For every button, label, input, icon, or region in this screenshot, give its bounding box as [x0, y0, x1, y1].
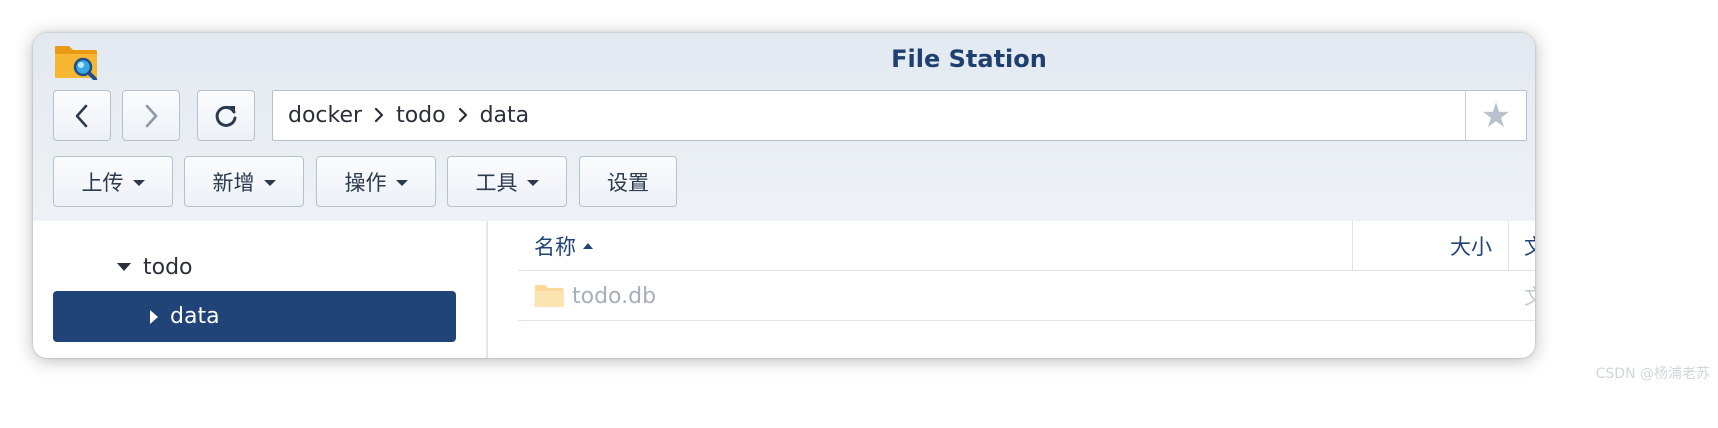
caret-down-icon: [395, 180, 408, 186]
column-header-name-label: 名称: [534, 235, 576, 259]
watermark: CSDN @杨浦老苏: [1595, 366, 1710, 382]
column-header-type[interactable]: 文: [1524, 221, 1535, 271]
tree-item-partial: [141, 221, 311, 227]
breadcrumb-data[interactable]: data: [480, 103, 530, 128]
tools-button-label: 工具: [475, 170, 518, 195]
favorite-button[interactable]: ★: [1465, 91, 1526, 140]
folder-tree: todo data: [33, 221, 488, 358]
action-button-label: 操作: [344, 170, 387, 195]
breadcrumb-todo[interactable]: todo: [396, 103, 446, 128]
caret-down-icon: [263, 180, 276, 186]
tree-item-label: data: [170, 304, 220, 329]
column-header-name[interactable]: 名称: [534, 221, 593, 271]
window-title: File Station: [891, 45, 1047, 73]
file-name: todo.db: [572, 283, 657, 309]
tools-button[interactable]: 工具: [447, 156, 567, 207]
column-divider[interactable]: [1508, 221, 1509, 271]
new-button-label: 新增: [212, 170, 255, 195]
file-list: 名称 大小 文 todo.db 文: [490, 221, 1535, 358]
tree-item-todo[interactable]: todo: [117, 251, 193, 283]
settings-button-label: 设置: [607, 170, 649, 195]
tree-item-label: todo: [143, 254, 193, 280]
action-button[interactable]: 操作: [316, 156, 436, 207]
upload-button-label: 上传: [81, 170, 124, 195]
caret-down-icon: [132, 180, 145, 186]
collapse-triangle-icon[interactable]: [150, 309, 158, 324]
chevron-left-icon: [75, 104, 88, 127]
folder-icon: [534, 285, 564, 307]
back-button[interactable]: [53, 90, 111, 141]
caret-down-icon: [526, 180, 539, 186]
sort-ascending-icon: [583, 243, 593, 249]
file-list-header: 名称 大小 文: [518, 221, 1535, 271]
settings-button[interactable]: 设置: [579, 156, 677, 207]
file-station-window: File Station docker todo data ★ 上传 新增 操作…: [33, 33, 1535, 358]
upload-button[interactable]: 上传: [53, 156, 173, 207]
tree-item-data-selected[interactable]: data: [53, 291, 456, 342]
file-type: 文: [1524, 285, 1535, 309]
new-button[interactable]: 新增: [184, 156, 304, 207]
window-header: File Station docker todo data ★ 上传 新增 操作…: [33, 33, 1535, 221]
refresh-button[interactable]: [197, 90, 255, 141]
star-icon: ★: [1480, 95, 1512, 136]
refresh-icon: [215, 105, 237, 127]
path-bar[interactable]: docker todo data ★: [272, 90, 1527, 141]
breadcrumb-separator-icon: [458, 104, 468, 129]
expand-triangle-icon[interactable]: [117, 263, 131, 271]
forward-button[interactable]: [122, 90, 180, 141]
chevron-right-icon: [145, 104, 158, 127]
breadcrumb-docker[interactable]: docker: [288, 103, 362, 128]
breadcrumb-separator-icon: [374, 104, 384, 129]
table-row[interactable]: todo.db 文: [518, 271, 1535, 321]
column-header-size[interactable]: 大小: [1352, 221, 1506, 271]
